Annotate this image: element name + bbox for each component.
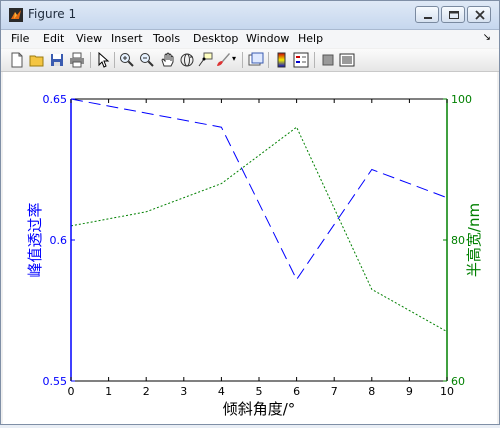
right-y-tick-label: 80: [451, 234, 465, 247]
menu-window[interactable]: Window: [246, 32, 289, 45]
x-tick-label: 8: [368, 385, 375, 398]
right-y-axis-label: 半高宽/nm: [465, 203, 483, 277]
minimize-icon: [424, 17, 432, 19]
window-title: Figure 1: [28, 7, 77, 21]
right-y-tick-label: 100: [451, 93, 472, 106]
link-plot-icon[interactable]: [248, 52, 264, 68]
zoom-in-icon[interactable]: [119, 52, 135, 68]
x-tick-label: 7: [331, 385, 338, 398]
figure-toolbar: ▾: [1, 49, 499, 72]
pointer-icon[interactable]: [95, 52, 111, 68]
colorbar-icon[interactable]: [274, 52, 290, 68]
rotate-3d-icon[interactable]: [179, 52, 195, 68]
x-tick-label: 9: [406, 385, 413, 398]
toolbar-separator: [242, 52, 243, 68]
left-y-tick-label: 0.55: [43, 375, 68, 388]
toolbar-separator: [90, 52, 91, 68]
x-tick-label: 2: [143, 385, 150, 398]
left-y-tick-label: 0.65: [43, 93, 68, 106]
figure-window: Figure 1 File Edit View Insert Tools Des…: [0, 0, 500, 425]
axes-background: [71, 99, 447, 381]
minimize-button[interactable]: [415, 6, 439, 23]
x-tick-label: 4: [218, 385, 225, 398]
close-icon: [475, 10, 485, 20]
show-plot-tools-icon[interactable]: [339, 52, 355, 68]
figure-canvas: 0 1 2 3 4 5 6 7 8 9 10 0.55 0.6 0.65 60 80 100 倾斜角度/° 峰值…: [3, 72, 497, 424]
save-icon[interactable]: [49, 52, 65, 68]
print-icon[interactable]: [69, 52, 85, 68]
open-file-icon[interactable]: [29, 52, 45, 68]
x-tick-label: 6: [293, 385, 300, 398]
menu-file[interactable]: File: [11, 32, 29, 45]
left-y-axis-label: 峰值透过率: [26, 202, 44, 277]
maximize-button[interactable]: [441, 6, 465, 23]
dock-arrow-icon[interactable]: ↘: [483, 32, 491, 43]
plot-area[interactable]: 0 1 2 3 4 5 6 7 8 9 100.550.60.656080100 倾斜角度/° 峰值…: [3, 72, 497, 424]
hide-plot-tools-icon[interactable]: [320, 52, 336, 68]
right-y-tick-label: 60: [451, 375, 465, 388]
matlab-icon: [9, 8, 23, 22]
brush-icon[interactable]: [215, 52, 231, 68]
pan-icon[interactable]: [159, 52, 175, 68]
toolbar-separator: [114, 52, 115, 68]
toolbar-separator: [268, 52, 269, 68]
legend-icon[interactable]: [293, 52, 309, 68]
menu-insert[interactable]: Insert: [111, 32, 143, 45]
data-cursor-icon[interactable]: [197, 52, 213, 68]
left-y-tick-label: 0.6: [50, 234, 68, 247]
menu-bar: File Edit View Insert Tools Desktop Wind…: [1, 30, 499, 48]
menu-help[interactable]: Help: [298, 32, 323, 45]
menu-desktop[interactable]: Desktop: [193, 32, 238, 45]
x-axis-label: 倾斜角度/°: [223, 400, 296, 418]
maximize-icon: [449, 11, 459, 19]
new-figure-icon[interactable]: [9, 52, 25, 68]
toolbar-separator: [314, 52, 315, 68]
x-tick-label: 0: [68, 385, 75, 398]
x-tick-label: 1: [105, 385, 112, 398]
close-button[interactable]: [467, 6, 491, 23]
x-tick-label: 3: [180, 385, 187, 398]
title-bar[interactable]: Figure 1: [1, 1, 499, 30]
menu-tools[interactable]: Tools: [153, 32, 180, 45]
menu-edit[interactable]: Edit: [43, 32, 64, 45]
x-tick-label: 5: [256, 385, 263, 398]
zoom-out-icon[interactable]: [139, 52, 155, 68]
brush-dropdown-icon[interactable]: ▾: [232, 54, 236, 63]
menu-view[interactable]: View: [76, 32, 102, 45]
